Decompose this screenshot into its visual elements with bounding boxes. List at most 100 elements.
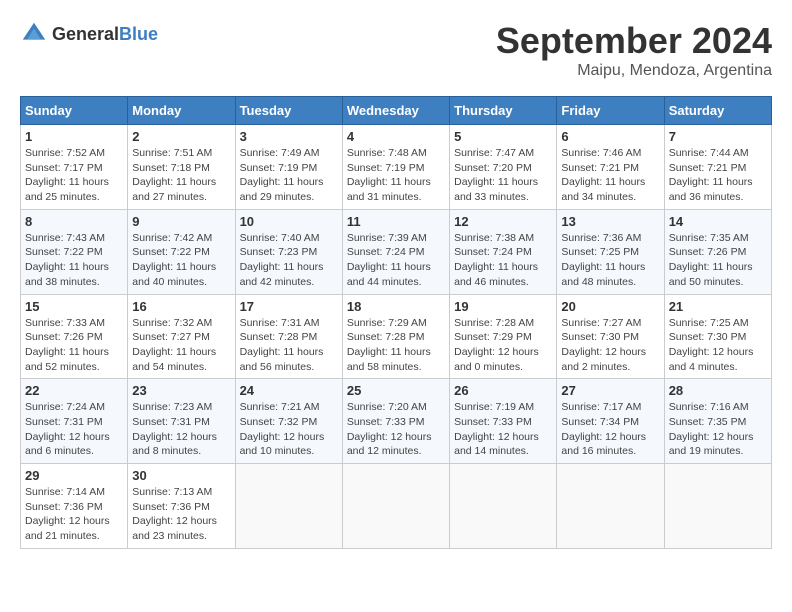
table-row: 20 Sunrise: 7:27 AMSunset: 7:30 PMDayligh… — [557, 294, 664, 379]
table-row: 8Sunrise: 7:43 AMSunset: 7:22 PMDaylight… — [21, 209, 128, 294]
day-number: 24 — [240, 383, 338, 398]
table-row: 16Sunrise: 7:32 AMSunset: 7:27 PMDayligh… — [128, 294, 235, 379]
table-row: 21 Sunrise: 7:25 AMSunset: 7:30 PMDayligh… — [664, 294, 771, 379]
day-info: Sunrise: 7:19 AMSunset: 7:33 PMDaylight:… — [454, 400, 552, 459]
day-number: 26 — [454, 383, 552, 398]
col-sunday: Sunday — [21, 97, 128, 125]
table-row: 3 Sunrise: 7:49 AMSunset: 7:19 PMDaylight… — [235, 125, 342, 210]
day-number: 25 — [347, 383, 445, 398]
day-info: Sunrise: 7:36 AMSunset: 7:25 PMDaylight:… — [561, 231, 659, 290]
col-monday: Monday — [128, 97, 235, 125]
day-number: 22 — [25, 383, 123, 398]
day-number: 29 — [25, 468, 123, 483]
table-row: 12Sunrise: 7:38 AMSunset: 7:24 PMDayligh… — [450, 209, 557, 294]
day-info: Sunrise: 7:49 AMSunset: 7:19 PMDaylight:… — [240, 146, 338, 205]
calendar-week-row: 1 Sunrise: 7:52 AMSunset: 7:17 PMDaylight… — [21, 125, 772, 210]
logo-general-text: General — [52, 24, 119, 44]
day-info: Sunrise: 7:52 AMSunset: 7:17 PMDaylight:… — [25, 146, 123, 205]
table-row: 14 Sunrise: 7:35 AMSunset: 7:26 PMDayligh… — [664, 209, 771, 294]
day-number: 27 — [561, 383, 659, 398]
day-info: Sunrise: 7:28 AMSunset: 7:29 PMDaylight:… — [454, 316, 552, 375]
calendar-header-row: Sunday Monday Tuesday Wednesday Thursday… — [21, 97, 772, 125]
day-info: Sunrise: 7:35 AMSunset: 7:26 PMDaylight:… — [669, 231, 767, 290]
day-info: Sunrise: 7:25 AMSunset: 7:30 PMDaylight:… — [669, 316, 767, 375]
day-info: Sunrise: 7:40 AMSunset: 7:23 PMDaylight:… — [240, 231, 338, 290]
table-row: 27 Sunrise: 7:17 AMSunset: 7:34 PMDayligh… — [557, 379, 664, 464]
day-number: 23 — [132, 383, 230, 398]
day-number: 28 — [669, 383, 767, 398]
month-title: September 2024 — [496, 20, 772, 62]
col-wednesday: Wednesday — [342, 97, 449, 125]
table-row: 4 Sunrise: 7:48 AMSunset: 7:19 PMDaylight… — [342, 125, 449, 210]
day-info: Sunrise: 7:13 AMSunset: 7:36 PMDaylight:… — [132, 485, 230, 544]
col-tuesday: Tuesday — [235, 97, 342, 125]
day-info: Sunrise: 7:14 AMSunset: 7:36 PMDaylight:… — [25, 485, 123, 544]
day-number: 3 — [240, 129, 338, 144]
day-number: 30 — [132, 468, 230, 483]
table-row: 9 Sunrise: 7:42 AMSunset: 7:22 PMDaylight… — [128, 209, 235, 294]
day-info: Sunrise: 7:47 AMSunset: 7:20 PMDaylight:… — [454, 146, 552, 205]
day-number: 9 — [132, 214, 230, 229]
calendar-table: Sunday Monday Tuesday Wednesday Thursday… — [20, 96, 772, 549]
table-row — [664, 464, 771, 549]
day-info: Sunrise: 7:24 AMSunset: 7:31 PMDaylight:… — [25, 400, 123, 459]
day-number: 20 — [561, 299, 659, 314]
table-row: 1 Sunrise: 7:52 AMSunset: 7:17 PMDaylight… — [21, 125, 128, 210]
col-saturday: Saturday — [664, 97, 771, 125]
day-number: 5 — [454, 129, 552, 144]
calendar-week-row: 8Sunrise: 7:43 AMSunset: 7:22 PMDaylight… — [21, 209, 772, 294]
day-number: 21 — [669, 299, 767, 314]
table-row — [235, 464, 342, 549]
table-row: 26 Sunrise: 7:19 AMSunset: 7:33 PMDayligh… — [450, 379, 557, 464]
table-row: 5 Sunrise: 7:47 AMSunset: 7:20 PMDaylight… — [450, 125, 557, 210]
col-friday: Friday — [557, 97, 664, 125]
day-number: 4 — [347, 129, 445, 144]
day-number: 7 — [669, 129, 767, 144]
day-number: 11 — [347, 214, 445, 229]
day-info: Sunrise: 7:44 AMSunset: 7:21 PMDaylight:… — [669, 146, 767, 205]
day-number: 1 — [25, 129, 123, 144]
table-row: 24 Sunrise: 7:21 AMSunset: 7:32 PMDayligh… — [235, 379, 342, 464]
day-info: Sunrise: 7:33 AMSunset: 7:26 PMDaylight:… — [25, 316, 123, 375]
day-info: Sunrise: 7:38 AMSunset: 7:24 PMDaylight:… — [454, 231, 552, 290]
day-info: Sunrise: 7:42 AMSunset: 7:22 PMDaylight:… — [132, 231, 230, 290]
table-row — [342, 464, 449, 549]
table-row: 18 Sunrise: 7:29 AMSunset: 7:28 PMDayligh… — [342, 294, 449, 379]
table-row: 19 Sunrise: 7:28 AMSunset: 7:29 PMDayligh… — [450, 294, 557, 379]
day-number: 6 — [561, 129, 659, 144]
day-info: Sunrise: 7:51 AMSunset: 7:18 PMDaylight:… — [132, 146, 230, 205]
day-number: 16 — [132, 299, 230, 314]
day-info: Sunrise: 7:29 AMSunset: 7:28 PMDaylight:… — [347, 316, 445, 375]
table-row — [557, 464, 664, 549]
table-row: 28 Sunrise: 7:16 AMSunset: 7:35 PMDayligh… — [664, 379, 771, 464]
day-info: Sunrise: 7:17 AMSunset: 7:34 PMDaylight:… — [561, 400, 659, 459]
calendar-week-row: 15 Sunrise: 7:33 AMSunset: 7:26 PMDayligh… — [21, 294, 772, 379]
day-number: 14 — [669, 214, 767, 229]
table-row: 23 Sunrise: 7:23 AMSunset: 7:31 PMDayligh… — [128, 379, 235, 464]
day-info: Sunrise: 7:43 AMSunset: 7:22 PMDaylight:… — [25, 231, 123, 290]
table-row — [450, 464, 557, 549]
day-number: 17 — [240, 299, 338, 314]
day-number: 10 — [240, 214, 338, 229]
table-row: 25Sunrise: 7:20 AMSunset: 7:33 PMDayligh… — [342, 379, 449, 464]
table-row: 13 Sunrise: 7:36 AMSunset: 7:25 PMDayligh… — [557, 209, 664, 294]
day-info: Sunrise: 7:27 AMSunset: 7:30 PMDaylight:… — [561, 316, 659, 375]
day-number: 15 — [25, 299, 123, 314]
day-number: 19 — [454, 299, 552, 314]
day-info: Sunrise: 7:21 AMSunset: 7:32 PMDaylight:… — [240, 400, 338, 459]
day-info: Sunrise: 7:23 AMSunset: 7:31 PMDaylight:… — [132, 400, 230, 459]
table-row: 15 Sunrise: 7:33 AMSunset: 7:26 PMDayligh… — [21, 294, 128, 379]
day-info: Sunrise: 7:48 AMSunset: 7:19 PMDaylight:… — [347, 146, 445, 205]
table-row: 6Sunrise: 7:46 AMSunset: 7:21 PMDaylight… — [557, 125, 664, 210]
location-title: Maipu, Mendoza, Argentina — [496, 62, 772, 80]
table-row: 17Sunrise: 7:31 AMSunset: 7:28 PMDayligh… — [235, 294, 342, 379]
logo: GeneralBlue — [20, 20, 158, 48]
day-number: 13 — [561, 214, 659, 229]
logo-icon — [20, 20, 48, 48]
table-row: 10 Sunrise: 7:40 AMSunset: 7:23 PMDayligh… — [235, 209, 342, 294]
day-info: Sunrise: 7:39 AMSunset: 7:24 PMDaylight:… — [347, 231, 445, 290]
day-number: 18 — [347, 299, 445, 314]
page-header: GeneralBlue September 2024 Maipu, Mendoz… — [20, 20, 772, 80]
day-info: Sunrise: 7:16 AMSunset: 7:35 PMDaylight:… — [669, 400, 767, 459]
table-row: 29 Sunrise: 7:14 AMSunset: 7:36 PMDayligh… — [21, 464, 128, 549]
